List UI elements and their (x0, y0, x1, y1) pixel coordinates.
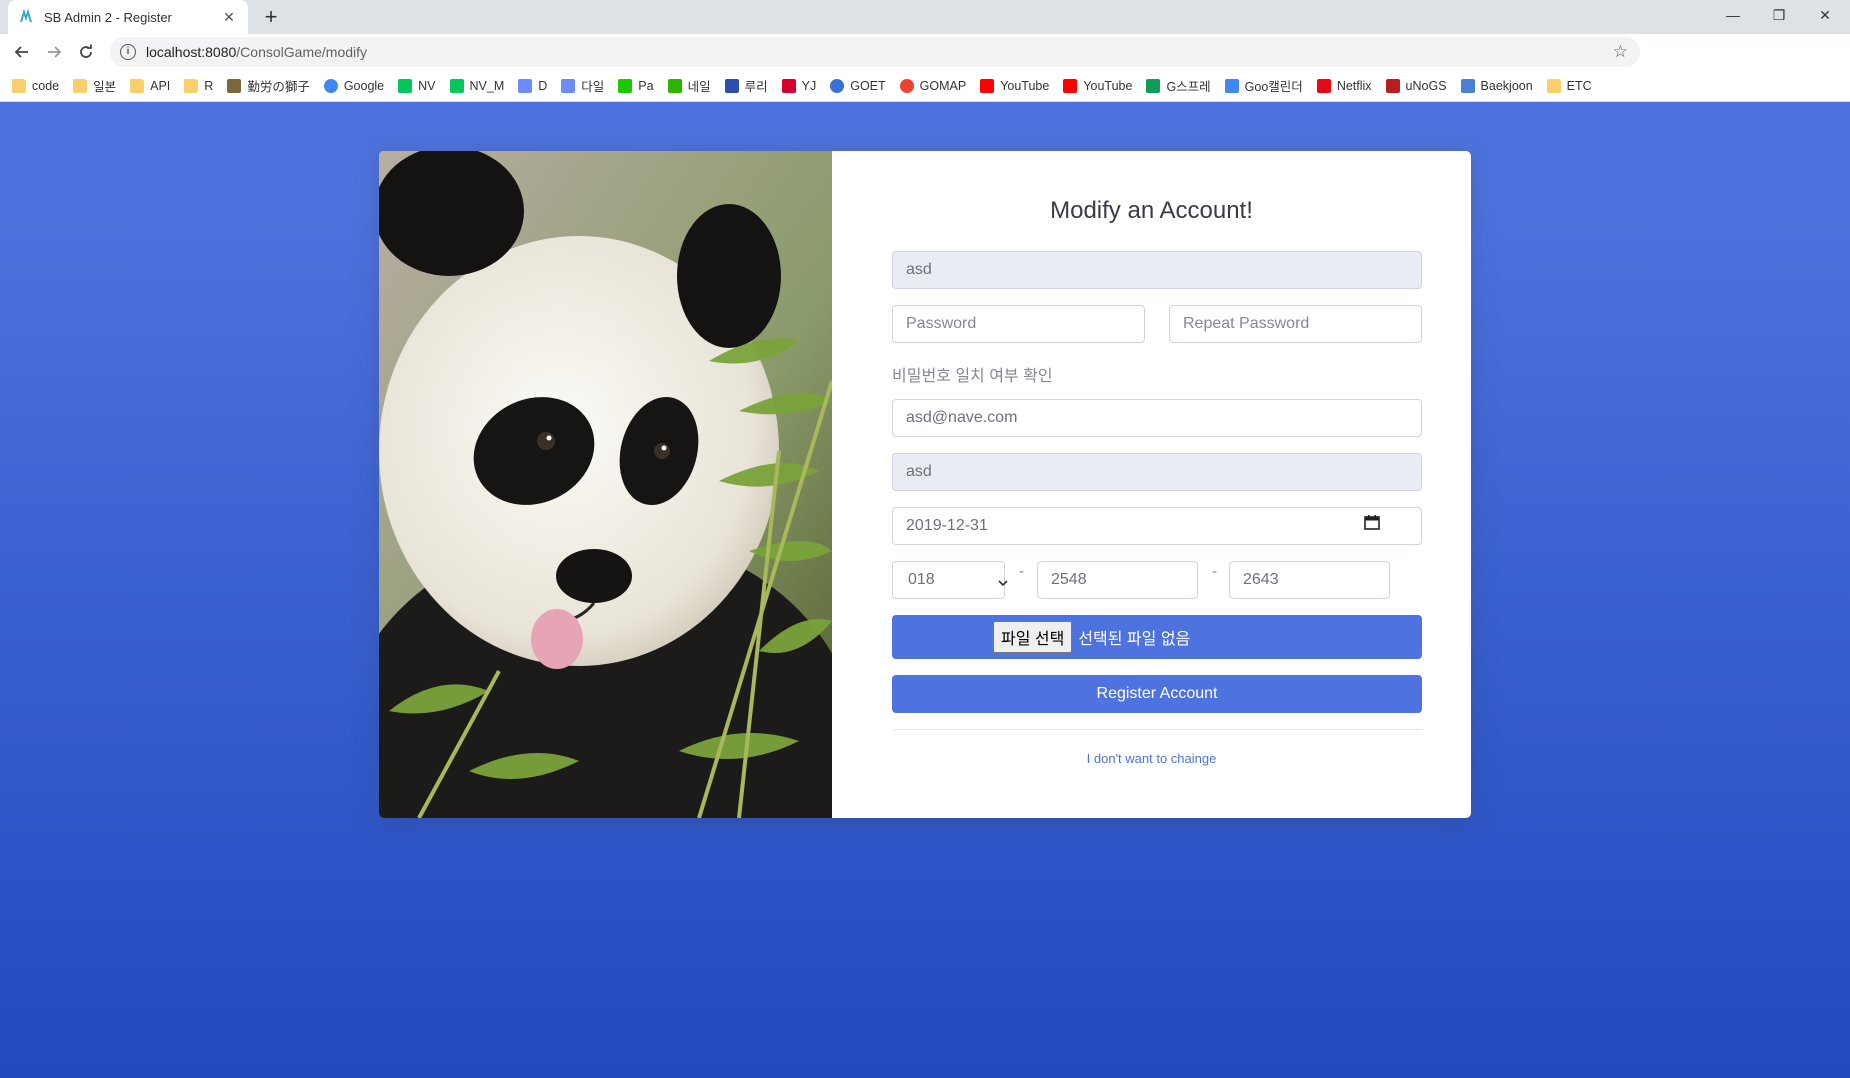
email-input[interactable] (892, 399, 1422, 437)
bookmark-baekjoon[interactable]: Baekjoon (1460, 78, 1533, 93)
cancel-link[interactable]: I don't want to chainge (832, 751, 1471, 766)
phone-dash: - (1212, 563, 1217, 580)
site-info-icon[interactable]: i (120, 44, 136, 60)
divider (892, 729, 1422, 730)
bookmark-netflix[interactable]: Netflix (1316, 78, 1372, 93)
register-card: Modify an Account! 비밀번호 일치 여부 확인 - - (379, 151, 1471, 818)
sheets-icon (1146, 78, 1161, 93)
code-icon (1460, 78, 1475, 93)
daum-icon (561, 78, 576, 93)
bookmark-gomap[interactable]: GOMAP (899, 78, 966, 93)
browser-toolbar: i localhost:8080/ConsolGame/modify ☆ (0, 34, 1850, 96)
register-account-button[interactable]: Register Account (892, 675, 1422, 713)
bookmark-nv-m[interactable]: NV_M (449, 78, 504, 93)
youtube-icon (980, 78, 995, 93)
folder-icon (1546, 78, 1561, 93)
close-window-button[interactable]: ✕ (1802, 0, 1848, 30)
bookmark-g스프레[interactable]: G스프레 (1146, 76, 1211, 95)
password-input[interactable] (892, 305, 1145, 343)
daum-icon (518, 78, 533, 93)
bookmarks-bar: code 일본 API R 勤労の獅子 Google NV NV_M D 다일 Pa 네일 루리 YJ GO… (0, 70, 1850, 102)
folder-icon (73, 78, 88, 93)
choose-file-button[interactable]: 파일 선택 (993, 621, 1073, 653)
naver-icon (398, 78, 413, 93)
google-icon (323, 78, 338, 93)
bookmark-다일[interactable]: 다일 (561, 76, 604, 95)
flower-icon (227, 78, 242, 93)
bookmark-nv[interactable]: NV (398, 78, 436, 93)
bookmark-勤労の獅子[interactable]: 勤労の獅子 (227, 76, 310, 95)
bookmark-일본[interactable]: 일본 (73, 76, 116, 95)
browser-tab[interactable]: SB Admin 2 - Register ✕ (8, 0, 248, 34)
file-status: 선택된 파일 없음 (1078, 631, 1191, 648)
phone-last-input[interactable] (1229, 561, 1390, 599)
bookmark-etc[interactable]: ETC (1546, 78, 1592, 93)
bookmark-pa[interactable]: Pa (618, 78, 654, 93)
name-input[interactable] (892, 453, 1422, 491)
forward-button[interactable] (38, 36, 70, 68)
bookmark-unogs[interactable]: uNoGS (1385, 78, 1447, 93)
bookmark-google[interactable]: Google (323, 78, 384, 93)
reload-button[interactable] (70, 36, 102, 68)
folder-icon (184, 78, 199, 93)
page-background: Modify an Account! 비밀번호 일치 여부 확인 - - (0, 102, 1850, 1078)
bookmark-루리[interactable]: 루리 (724, 76, 768, 95)
phone-dash: - (1019, 563, 1024, 580)
bookmark-goet[interactable]: GOET (830, 78, 886, 93)
tab-favicon-icon (18, 9, 34, 25)
globe-icon (830, 78, 845, 93)
bookmark-api[interactable]: API (130, 78, 170, 93)
netflix-icon (1316, 78, 1331, 93)
back-button[interactable] (6, 36, 38, 68)
address-bar[interactable]: i localhost:8080/ConsolGame/modify ☆ (110, 37, 1640, 67)
map-pin-icon (899, 78, 914, 93)
phone-prefix-select[interactable] (892, 561, 1005, 599)
profile-file-input[interactable]: 파일 선택 선택된 파일 없음 (892, 615, 1422, 659)
restore-button[interactable]: ❐ (1756, 0, 1802, 30)
minimize-button[interactable]: — (1710, 0, 1756, 30)
tab-close-icon[interactable]: ✕ (220, 8, 238, 26)
calendar-icon (1224, 78, 1239, 93)
password-match-hint: 비밀번호 일치 여부 확인 (892, 368, 1053, 385)
new-tab-button[interactable]: + (258, 4, 284, 30)
url-text: localhost:8080/ConsolGame/modify (146, 44, 368, 60)
bookmark-yj[interactable]: YJ (781, 78, 816, 93)
arrow-left-icon (14, 46, 28, 58)
bookmark-youtube[interactable]: YouTube (1063, 78, 1132, 93)
arrow-right-icon (48, 46, 62, 58)
papago-icon (618, 78, 633, 93)
folder-icon (130, 78, 145, 93)
unogs-icon (1385, 78, 1400, 93)
repeat-password-input[interactable] (1169, 305, 1422, 343)
bookmark-code[interactable]: code (12, 78, 59, 93)
tab-strip: SB Admin 2 - Register ✕ + — ❐ ✕ (0, 0, 1850, 34)
bookmark-d[interactable]: D (518, 78, 547, 93)
panda-photo (379, 151, 832, 818)
bookmark-youtube[interactable]: YouTube (980, 78, 1049, 93)
bookmark-star-icon[interactable]: ☆ (1613, 42, 1628, 62)
green-square-icon (667, 78, 682, 93)
youtube-icon (1063, 78, 1078, 93)
phone-middle-input[interactable] (1037, 561, 1198, 599)
naver-icon (449, 78, 464, 93)
page-title: Modify an Account! (1050, 197, 1253, 224)
bookmark-goo캘린더[interactable]: Goo캘린더 (1224, 76, 1303, 95)
folder-icon (12, 78, 26, 93)
yahoo-icon (781, 78, 796, 93)
bookmark-r[interactable]: R (184, 78, 213, 93)
cube-icon (724, 78, 739, 93)
tab-title: SB Admin 2 - Register (44, 9, 172, 25)
reload-icon (80, 44, 92, 58)
birthdate-input[interactable] (892, 507, 1422, 545)
bookmark-네일[interactable]: 네일 (667, 76, 711, 95)
modify-form: Modify an Account! 비밀번호 일치 여부 확인 - - (832, 151, 1471, 818)
user-id-input[interactable] (892, 251, 1422, 289)
